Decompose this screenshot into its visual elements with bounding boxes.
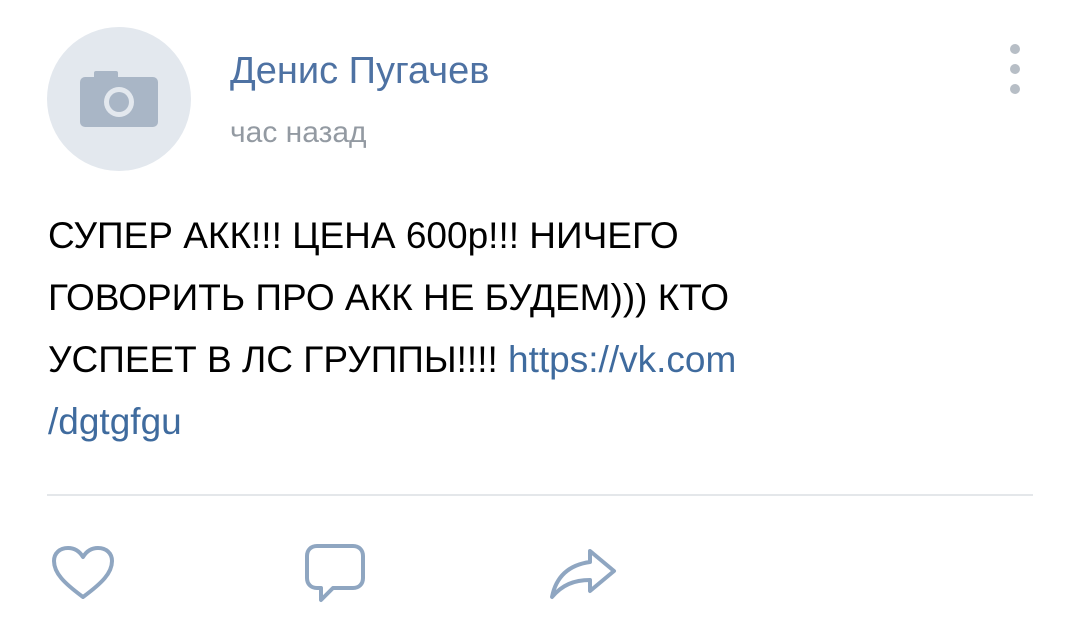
more-vertical-icon-dot	[1010, 64, 1020, 74]
like-button[interactable]	[48, 538, 118, 608]
post-text-line: СУПЕР АКК!!! ЦЕНА 600р!!! НИЧЕГО	[48, 215, 679, 256]
post-text: СУПЕР АКК!!! ЦЕНА 600р!!! НИЧЕГО ГОВОРИТ…	[48, 205, 1048, 453]
post-link-continuation[interactable]: /dgtgfgu	[48, 401, 182, 442]
comment-icon	[305, 544, 365, 602]
more-menu-button[interactable]	[1000, 40, 1030, 100]
comment-button[interactable]	[300, 538, 370, 608]
post-divider	[47, 494, 1033, 496]
wall-post: Денис Пугачев час назад СУПЕР АКК!!! ЦЕН…	[0, 0, 1080, 633]
post-text-line: ГОВОРИТЬ ПРО АКК НЕ БУДЕМ))) КТО	[48, 277, 730, 318]
post-text-line: УСПЕЕТ В ЛС ГРУППЫ!!!! https://vk.com	[48, 329, 1048, 391]
share-icon	[550, 549, 616, 599]
post-link[interactable]: https://vk.com	[508, 339, 736, 380]
author-name[interactable]: Денис Пугачев	[230, 48, 489, 94]
post-time[interactable]: час назад	[230, 113, 367, 153]
author-avatar[interactable]	[47, 27, 191, 171]
heart-icon	[52, 546, 114, 599]
camera-icon	[80, 71, 158, 127]
post-text-line: /dgtgfgu	[48, 391, 1048, 453]
more-vertical-icon-dot	[1010, 84, 1020, 94]
share-button[interactable]	[548, 538, 618, 608]
more-vertical-icon-dot	[1010, 44, 1020, 54]
post-text-segment: УСПЕЕТ В ЛС ГРУППЫ!!!!	[48, 339, 509, 380]
